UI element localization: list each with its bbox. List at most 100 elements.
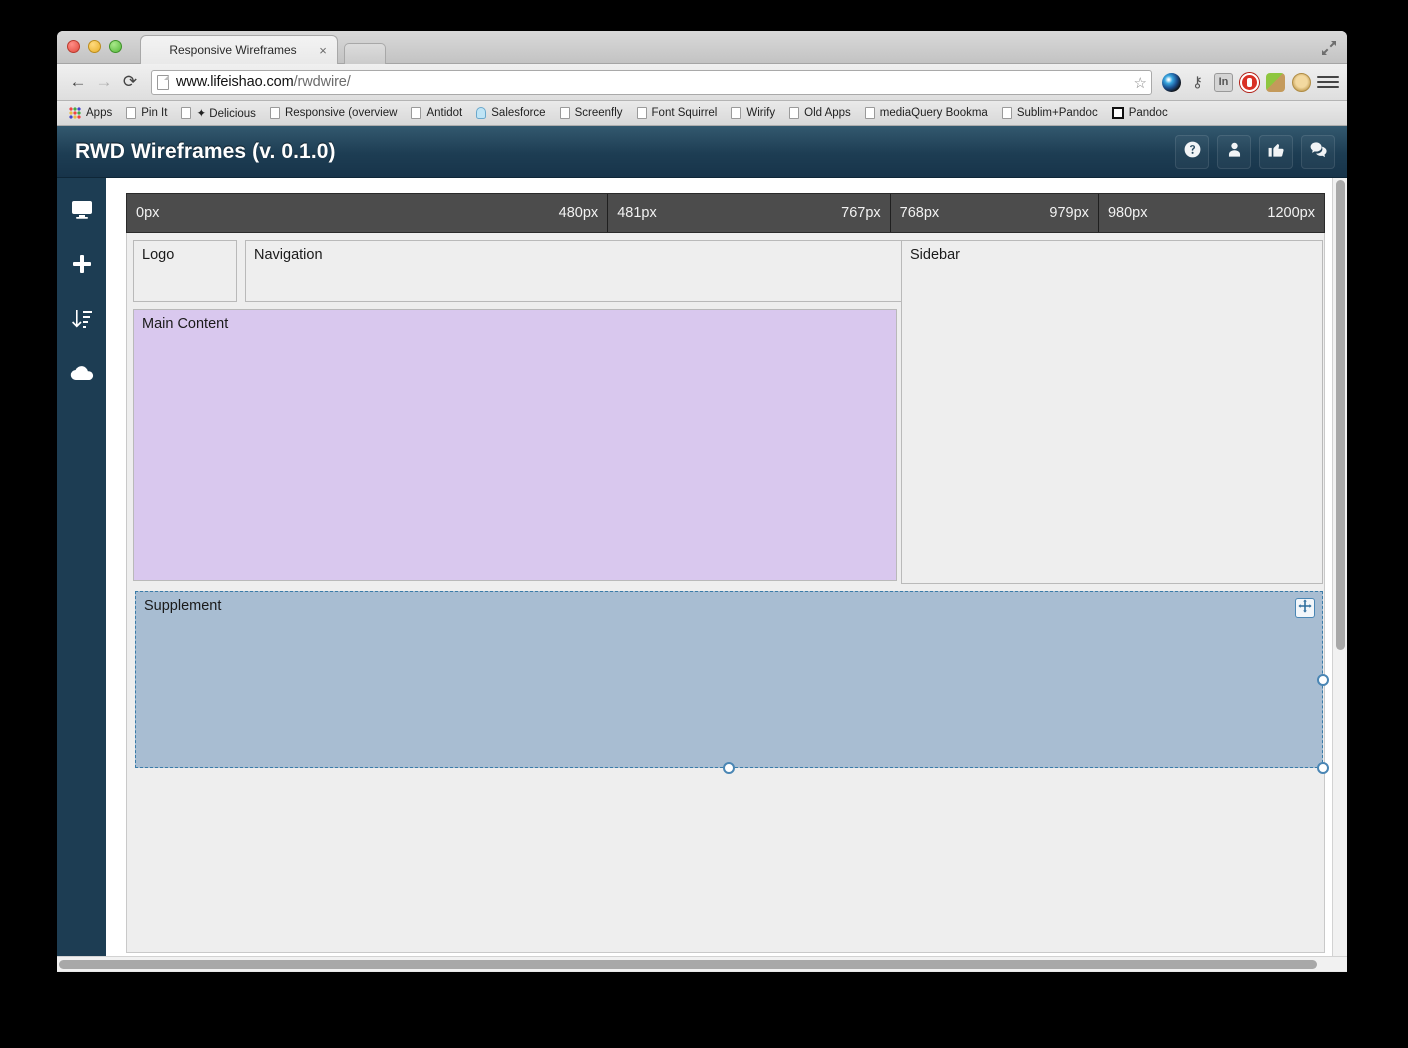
help-icon — [1183, 140, 1202, 164]
breakpoint-segment-2[interactable]: 768px 979px — [891, 194, 1099, 232]
breakpoint-segment-3[interactable]: 980px 1200px — [1099, 194, 1324, 232]
maximize-window-button[interactable] — [109, 40, 122, 53]
block-supplement[interactable]: Supplement — [135, 591, 1329, 774]
like-button[interactable] — [1259, 134, 1293, 169]
wireframe-stage[interactable]: Logo Navigation Main Content Sidebar Sup… — [126, 233, 1329, 953]
horizontal-scrollbar[interactable] — [57, 956, 1347, 971]
url-text: www.lifeishao.com/rwdwire/ — [176, 74, 351, 90]
bookmark-sublim-pandoc[interactable]: Sublim+Pandoc — [996, 105, 1104, 121]
bookmark-mediaquery-bookmarklet[interactable]: mediaQuery Bookma — [859, 105, 994, 121]
adblock-icon[interactable] — [1240, 72, 1259, 92]
page-icon — [559, 107, 570, 119]
close-tab-icon[interactable]: × — [313, 43, 333, 58]
bookmark-label: Pin It — [141, 107, 168, 119]
browser-window: Responsive Wireframes × ← → ⟳ www.lifeis… — [57, 31, 1347, 972]
bookmark-pandoc[interactable]: Pandoc — [1106, 105, 1174, 121]
bookmark-salesforce[interactable]: Salesforce — [470, 105, 551, 121]
block-label: Navigation — [254, 247, 323, 263]
bookmark-responsive-overview[interactable]: Responsive (overview — [264, 105, 404, 121]
back-icon[interactable]: ← — [65, 69, 91, 95]
app-header: RWD Wireframes (v. 0.1.0) — [57, 126, 1347, 178]
browser-menu-icon[interactable] — [1317, 71, 1339, 93]
url-path: /rwdwire/ — [293, 74, 351, 90]
block-logo[interactable]: Logo — [133, 240, 237, 302]
bookmark-font-squirrel[interactable]: Font Squirrel — [631, 105, 724, 121]
bookmark-label: Sublim+Pandoc — [1016, 107, 1098, 119]
leaf-extension-icon[interactable] — [1266, 72, 1285, 92]
breakpoint-min: 768px — [899, 205, 940, 221]
bookmark-label: Pandoc — [1128, 107, 1168, 119]
page-icon — [731, 107, 742, 119]
bookmark-screenfly[interactable]: Screenfly — [554, 105, 629, 121]
tab-strip: Responsive Wireframes × — [57, 31, 1347, 64]
browser-tab[interactable]: Responsive Wireframes × — [140, 35, 338, 64]
bookmark-wirify[interactable]: Wirify — [725, 105, 781, 121]
breakpoint-max: 767px — [841, 205, 881, 221]
camera-icon[interactable] — [1162, 72, 1181, 92]
bookmark-delicious[interactable]: ✦ Delicious — [175, 104, 262, 122]
page-icon — [1001, 107, 1012, 119]
help-button[interactable] — [1175, 134, 1209, 169]
cloud-save-button[interactable] — [67, 361, 97, 391]
minimize-window-button[interactable] — [88, 40, 101, 53]
move-handle[interactable] — [1295, 598, 1315, 618]
app-body: 0px 480px 481px 767px 768px 979px 980px … — [57, 178, 1347, 971]
pandoc-icon — [1111, 107, 1124, 119]
app-title: RWD Wireframes (v. 0.1.0) — [75, 139, 336, 163]
breakpoint-min: 0px — [136, 205, 160, 221]
cloud-icon — [69, 361, 95, 392]
bookmark-label: Wirify — [746, 107, 776, 119]
reload-icon[interactable]: ⟳ — [117, 69, 143, 95]
bookmark-star-icon[interactable]: ☆ — [1134, 74, 1147, 92]
block-sidebar[interactable]: Sidebar — [901, 240, 1323, 584]
bookmark-old-apps[interactable]: Old Apps — [783, 105, 857, 121]
sort-descending-icon — [70, 307, 94, 336]
feedback-button[interactable] — [1301, 134, 1335, 169]
comments-icon — [1309, 140, 1328, 164]
monitor-icon — [70, 197, 94, 226]
greasemonkey-icon[interactable] — [1292, 72, 1311, 92]
key-icon[interactable]: ⚷ — [1188, 73, 1207, 92]
new-tab-button[interactable] — [344, 43, 386, 64]
bookmark-label: Responsive (overview — [284, 107, 398, 119]
move-arrows-icon — [1298, 599, 1312, 617]
breakpoint-max: 480px — [558, 205, 599, 221]
thumbs-up-icon — [1267, 140, 1286, 164]
close-window-button[interactable] — [67, 40, 80, 53]
breakpoint-segment-1[interactable]: 481px 767px — [608, 194, 891, 232]
window-controls — [67, 40, 122, 53]
vertical-scrollbar-thumb[interactable] — [1336, 180, 1345, 650]
bookmark-antidot[interactable]: Antidot — [405, 105, 468, 121]
resize-handle-east[interactable] — [1317, 673, 1329, 686]
vertical-scrollbar[interactable] — [1332, 178, 1347, 971]
bookmark-label: Antidot — [426, 107, 463, 119]
block-label: Main Content — [142, 316, 229, 332]
plus-icon — [70, 252, 94, 281]
apps-grid-icon — [69, 107, 81, 119]
resize-handle-south[interactable] — [723, 762, 735, 774]
horizontal-scrollbar-thumb[interactable] — [59, 960, 1317, 969]
breakpoint-segment-0[interactable]: 0px 480px — [127, 194, 609, 232]
breakpoint-max: 979px — [1049, 205, 1089, 221]
block-main-content[interactable]: Main Content — [133, 309, 897, 581]
resize-handle-south-east[interactable] — [1317, 762, 1329, 774]
forward-icon[interactable]: → — [91, 69, 117, 95]
bookmark-pin-it[interactable]: Pin It — [120, 105, 173, 121]
page-icon — [181, 107, 192, 119]
page-icon — [789, 107, 800, 119]
app-header-actions — [1175, 134, 1335, 169]
page-icon — [636, 107, 647, 119]
sort-button[interactable] — [67, 306, 97, 336]
account-button[interactable] — [1217, 134, 1251, 169]
block-label: Supplement — [144, 598, 222, 614]
bookmark-apps[interactable]: Apps — [63, 105, 118, 121]
bookmark-label: Salesforce — [491, 107, 546, 119]
wireframe-canvas-area: 0px 480px 481px 767px 768px 979px 980px … — [106, 178, 1347, 971]
fullscreen-icon[interactable] — [1319, 38, 1339, 58]
address-bar[interactable]: www.lifeishao.com/rwdwire/ ☆ — [151, 69, 1152, 95]
bookmarks-bar: Apps Pin It ✦ Delicious Responsive (over… — [57, 101, 1347, 126]
add-block-button[interactable] — [67, 251, 97, 281]
linkedin-icon[interactable]: In — [1214, 72, 1233, 92]
page-info-icon — [157, 74, 169, 90]
devices-button[interactable] — [67, 196, 97, 226]
